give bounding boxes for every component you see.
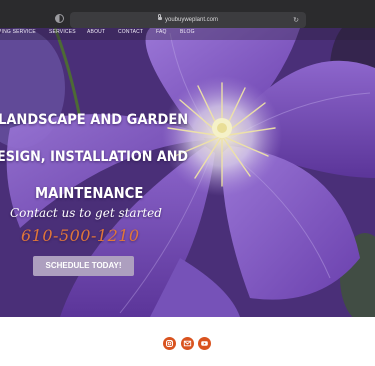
page: youbuyweplant.com ↻ PING SERVICE SERVICE…: [0, 0, 375, 366]
email-icon[interactable]: [181, 337, 194, 350]
contact-tagline: Contact us to get started: [10, 206, 162, 220]
nav-item-services[interactable]: SERVICES: [49, 28, 76, 36]
hero-section: PING SERVICE SERVICES ABOUT CONTACT FAQ …: [0, 28, 375, 317]
schedule-today-button[interactable]: SCHEDULE TODAY!: [33, 256, 134, 276]
reload-icon[interactable]: ↻: [293, 15, 299, 25]
nav-item-landscaping[interactable]: PING SERVICE: [0, 28, 36, 36]
phone-number[interactable]: 610-500-1210: [21, 226, 140, 245]
nav-item-about[interactable]: ABOUT: [87, 28, 105, 36]
nav-item-blog[interactable]: BLOG: [180, 28, 195, 36]
social-links: [0, 337, 375, 351]
nav-item-faq[interactable]: FAQ: [156, 28, 167, 36]
browser-toolbar: youbuyweplant.com ↻: [0, 0, 375, 30]
address-bar[interactable]: youbuyweplant.com ↻: [70, 12, 306, 28]
nav-item-contact[interactable]: CONTACT: [118, 28, 143, 36]
headline-line-3: MAINTENANCE: [35, 184, 144, 202]
instagram-icon[interactable]: [163, 337, 176, 350]
site-nav: PING SERVICE SERVICES ABOUT CONTACT FAQ …: [0, 28, 375, 40]
lock-icon: [157, 13, 162, 20]
headline-line-1: LANDSCAPE AND GARDEN: [0, 112, 189, 128]
headline-line-2: ESIGN, INSTALLATION AND: [0, 149, 189, 165]
youtube-icon[interactable]: [198, 337, 211, 350]
address-text: youbuyweplant.com: [164, 17, 219, 23]
privacy-icon[interactable]: [55, 14, 64, 23]
